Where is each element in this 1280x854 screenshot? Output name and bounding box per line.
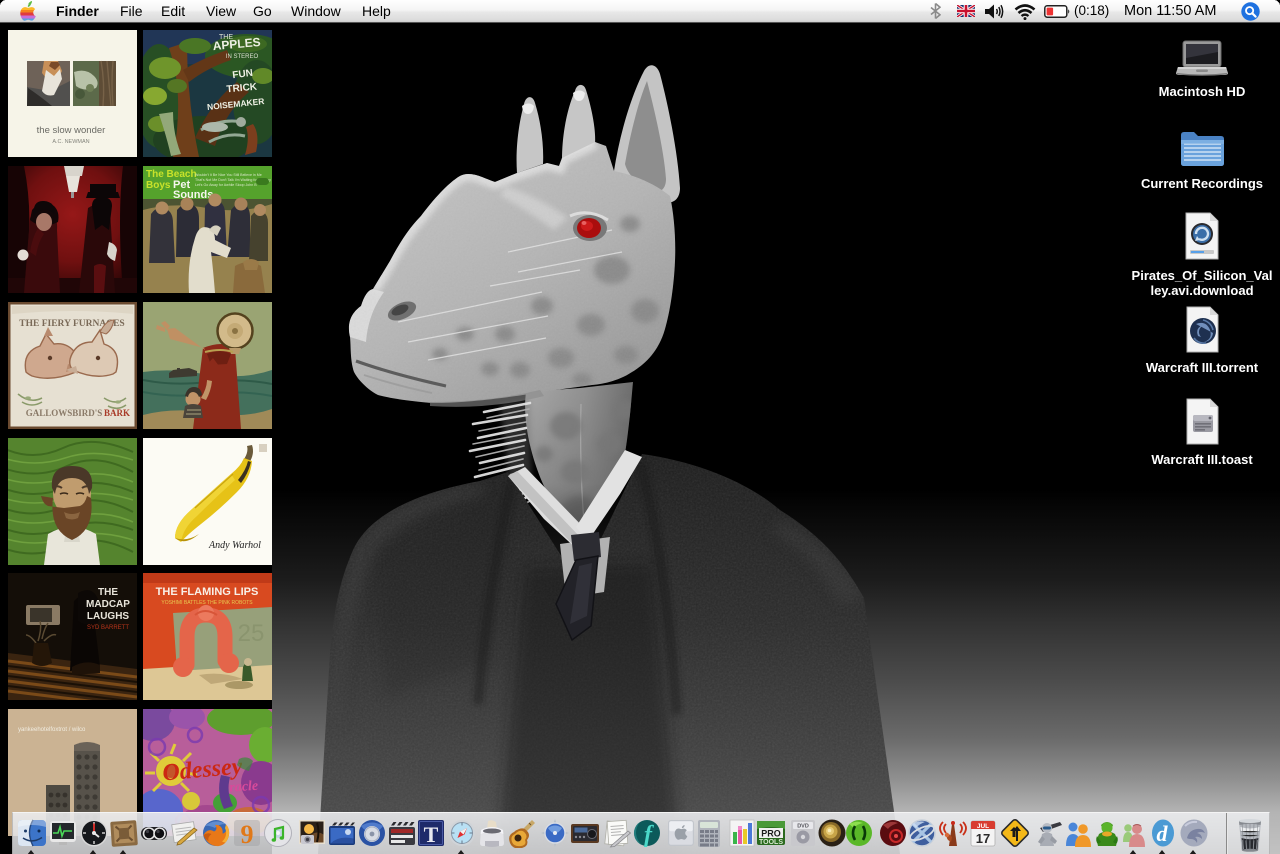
- svg-text:T: T: [424, 822, 439, 847]
- svg-text:A.C. NEWMAN: A.C. NEWMAN: [52, 139, 89, 145]
- svg-text:9: 9: [241, 820, 254, 848]
- svg-text:THE: THE: [219, 34, 233, 41]
- svg-text:PRO: PRO: [761, 829, 781, 839]
- svg-text:Wouldn't It Be Nice You Still: Wouldn't It Be Nice You Still Believe in…: [195, 173, 262, 177]
- svg-text:Boys: Boys: [146, 180, 171, 191]
- svg-text:BARK: BARK: [104, 408, 130, 418]
- svg-text:MADCAP: MADCAP: [86, 599, 130, 610]
- svg-text:Let's Go Away for Awhile Sloo: Let's Go Away for Awhile Sloop John B: [195, 183, 257, 187]
- svg-text:d: d: [1157, 821, 1169, 846]
- svg-text:THE FLAMING LIPS: THE FLAMING LIPS: [156, 586, 259, 598]
- svg-text:DVD: DVD: [797, 824, 809, 830]
- svg-text:SYD BARRETT: SYD BARRETT: [87, 625, 129, 631]
- svg-text:THE: THE: [98, 587, 118, 598]
- svg-text:the slow wonder: the slow wonder: [37, 125, 106, 136]
- svg-text:Andy Warhol: Andy Warhol: [208, 540, 261, 551]
- svg-text:17: 17: [976, 831, 990, 846]
- svg-text:YOSHIMI BATTLES THE PINK ROBOT: YOSHIMI BATTLES THE PINK ROBOTS: [161, 600, 253, 606]
- svg-text:GALLOWSBIRD'S: GALLOWSBIRD'S: [26, 408, 103, 418]
- svg-text:IN STEREO: IN STEREO: [226, 54, 259, 60]
- svg-text:JUL: JUL: [977, 823, 989, 830]
- svg-text:LAUGHS: LAUGHS: [87, 611, 130, 622]
- svg-text:25: 25: [238, 620, 265, 647]
- svg-text:yankeehotelfoxtrot / wilco: yankeehotelfoxtrot / wilco: [18, 727, 86, 733]
- svg-text:TOOLS: TOOLS: [759, 839, 783, 846]
